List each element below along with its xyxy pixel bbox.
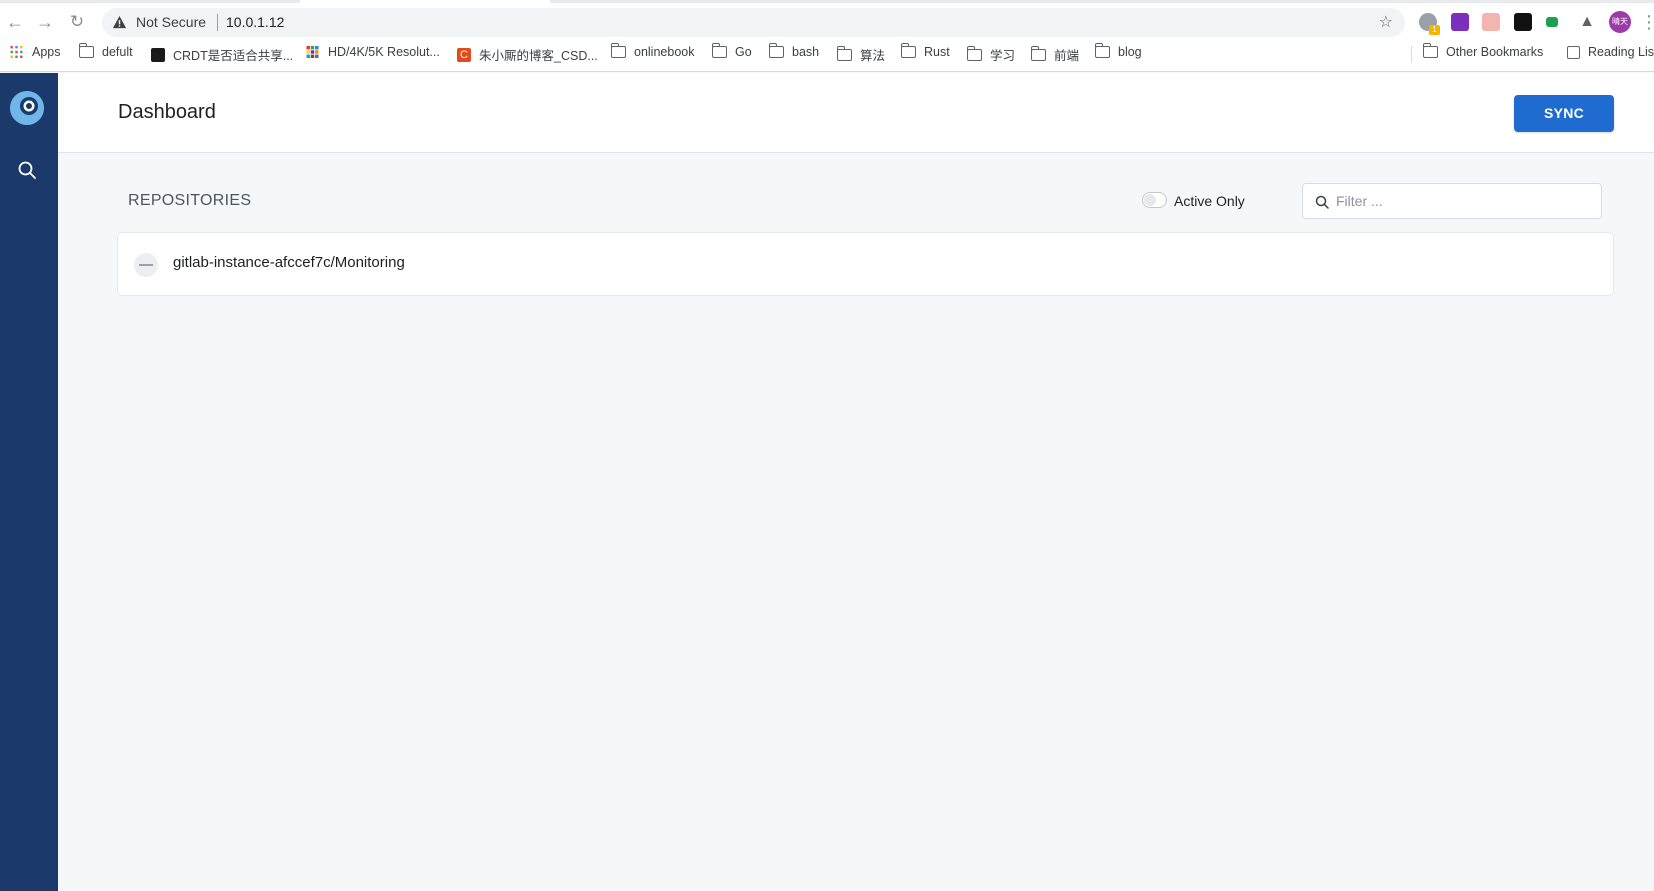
bookmark-label: CRDT是否适合共享... [173, 49, 294, 63]
extension-badge: 1 [1429, 25, 1440, 35]
other-bookmarks-label: Other Bookmarks [1446, 45, 1544, 59]
browser-chrome: ← → ↻ Not Secure 10.0.1.12 ☆ 1 ▲ 晴天 ⋮ Ap… [0, 0, 1654, 72]
bookmark-apps[interactable]: Apps [9, 45, 61, 59]
address-bar[interactable]: Not Secure 10.0.1.12 ☆ [102, 8, 1405, 37]
site-icon [151, 47, 165, 62]
folder-icon [1030, 45, 1046, 61]
repo-name[interactable]: gitlab-instance-afccef7c/Monitoring [173, 254, 405, 271]
bookmark-algorithms[interactable]: 算法 [836, 45, 886, 64]
bookmark-onlinebook[interactable]: onlinebook [610, 43, 695, 59]
tab-strip [0, 0, 1654, 3]
bookmarks-divider [1411, 46, 1412, 63]
reading-list-icon [1567, 45, 1580, 59]
reading-list[interactable]: Reading Lis [1567, 45, 1654, 59]
bookmark-label: Apps [32, 45, 61, 59]
security-label: Not Secure [136, 14, 207, 30]
omnibox-divider [217, 14, 218, 31]
folder-icon [711, 43, 727, 58]
pink-extension-icon[interactable] [1482, 13, 1500, 31]
repositories-heading: REPOSITORIES [128, 192, 252, 209]
reading-list-label: Reading Lis [1588, 45, 1654, 59]
page-header: Dashboard SYNC [58, 73, 1654, 153]
bookmark-blog[interactable]: blog [1094, 43, 1142, 59]
folder-icon [78, 43, 94, 58]
bookmarks-bar: Apps defult CRDT是否适合共享... HD/4K/5K Resol… [0, 43, 1654, 65]
toggle-knob [1144, 194, 1156, 206]
bookmark-label: defult [102, 45, 133, 59]
green-flag-extension-icon[interactable] [1546, 17, 1558, 27]
bookmark-frontend[interactable]: 前端 [1030, 45, 1080, 64]
csdn-icon: C [457, 47, 471, 62]
active-tab[interactable] [300, 0, 550, 3]
warning-icon [112, 15, 127, 29]
back-arrow-icon[interactable]: ← [4, 11, 26, 33]
filter-box [1302, 183, 1602, 219]
bookmark-label: blog [1118, 45, 1142, 59]
other-bookmarks[interactable]: Other Bookmarks [1422, 43, 1544, 59]
folder-icon [966, 45, 982, 61]
bookmark-label: onlinebook [634, 45, 695, 59]
folder-icon [836, 45, 852, 61]
url-text[interactable]: 10.0.1.12 [226, 14, 284, 30]
bookmark-rust[interactable]: Rust [900, 43, 950, 59]
folder-icon [610, 43, 626, 58]
bookmark-csdn[interactable]: C 朱小厮的博客_CSD... [457, 45, 598, 64]
bookmark-hd-resolution[interactable]: HD/4K/5K Resolut... [305, 45, 440, 59]
folder-icon [1422, 43, 1438, 58]
mask-extension-icon[interactable] [1514, 13, 1532, 31]
folder-icon [768, 43, 784, 58]
bookmark-label: 算法 [860, 49, 886, 63]
filter-input[interactable] [1336, 185, 1596, 217]
menu-dots-icon[interactable]: ⋮ [1640, 11, 1654, 33]
bookmark-label: 学习 [990, 49, 1016, 63]
color-grid-icon [306, 46, 319, 58]
drone-logo-icon[interactable] [10, 91, 44, 125]
active-only-label: Active Only [1174, 193, 1245, 209]
browser-toolbar: ← → ↻ Not Secure 10.0.1.12 ☆ 1 ▲ 晴天 ⋮ [0, 7, 1654, 37]
page-title: Dashboard [118, 101, 216, 123]
puzzle-icon[interactable]: ▲ [1576, 11, 1598, 33]
profile-avatar[interactable]: 晴天 [1609, 11, 1631, 33]
bookmark-defult[interactable]: defult [78, 43, 133, 59]
sync-button[interactable]: SYNC [1514, 95, 1614, 132]
bookmark-bash[interactable]: bash [768, 43, 820, 59]
app-sidebar [0, 73, 58, 891]
bookmark-label: Rust [924, 45, 950, 59]
bookmark-label: 前端 [1054, 49, 1080, 63]
forward-arrow-icon[interactable]: → [34, 11, 56, 33]
bookmark-go[interactable]: Go [711, 43, 752, 59]
rp-extension-icon[interactable] [1451, 13, 1469, 31]
reload-icon[interactable]: ↻ [66, 11, 88, 33]
folder-icon [900, 43, 916, 58]
bookmark-label: HD/4K/5K Resolut... [328, 45, 440, 59]
repo-status-icon [134, 253, 158, 277]
bookmark-star-icon[interactable]: ☆ [1379, 12, 1393, 32]
apps-grid-icon [10, 46, 23, 58]
bookmark-label: 朱小厮的博客_CSD... [479, 49, 598, 63]
repo-list-item[interactable]: gitlab-instance-afccef7c/Monitoring [117, 232, 1614, 296]
search-icon[interactable] [17, 160, 37, 180]
bookmark-study[interactable]: 学习 [966, 45, 1016, 64]
bookmark-label: Go [735, 45, 752, 59]
bookmark-label: bash [792, 45, 820, 59]
search-icon [1315, 195, 1329, 209]
active-only-toggle[interactable] [1142, 192, 1167, 208]
bookmark-crdt[interactable]: CRDT是否适合共享... [151, 45, 293, 64]
folder-icon [1094, 43, 1110, 58]
